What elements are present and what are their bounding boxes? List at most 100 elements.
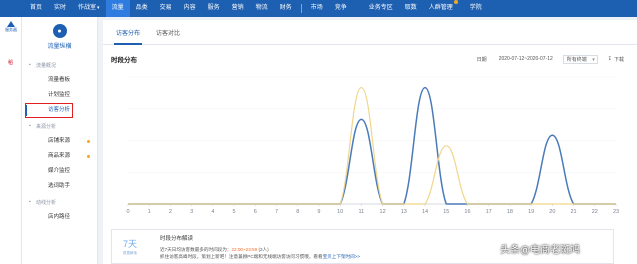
peak-time: 22:00~23:59 — [231, 246, 258, 252]
x-tick-label: 9 — [317, 209, 320, 215]
sidebar: ● 流量纵横 ▪ 流量概况 流量看板 计划监控 访客分析 ▪ 来源分析 店铺来源 商品来源 媒介监… — [22, 17, 98, 264]
nav-item-label: 人群管理 — [428, 5, 453, 11]
x-tick-label: 4 — [211, 209, 214, 215]
nav-item-label: 作战室 — [78, 5, 97, 11]
x-tick-label: 18 — [507, 209, 513, 215]
sidebar-item-label: 店内路径 — [48, 214, 71, 220]
nav-item-label: 业务专区 — [368, 5, 393, 11]
nav-item-label: 学院 — [469, 5, 482, 11]
listing-time-link[interactable]: 宝贝上下架时间>> — [323, 254, 361, 259]
nav-item-10[interactable]: 财务 — [274, 0, 298, 17]
insight-text: 时段分布解读 近7天日均访客数最多的时间段为：22:00~23:59 (2人) … — [148, 234, 360, 260]
nav-right-item-2[interactable]: 业务专区 — [363, 0, 399, 17]
nav-item-label: 营销 — [231, 5, 244, 11]
watermark: 头条@电商老斑鸠 — [500, 245, 580, 256]
x-tick-label: 17 — [486, 209, 492, 215]
nav-item-label: 流量 — [111, 5, 124, 11]
x-tick-label: 19 — [528, 209, 534, 215]
download-button[interactable]: ↧ 下载 — [608, 56, 624, 63]
sidebar-group-2: ▪ 动线分析 — [22, 194, 97, 210]
nav-item-3[interactable]: 流量 — [105, 0, 130, 17]
x-tick-label: 3 — [190, 209, 193, 215]
sidebar-group-0: ▪ 流量概况 — [22, 57, 97, 73]
insight-title: 时段分布解读 — [160, 235, 194, 242]
main-content: 访客分布 访客对比 时段分布 日期 2020-07-12~2020-07-12 所… — [103, 20, 637, 264]
nav-item-9[interactable]: 物流 — [250, 0, 274, 17]
device-select[interactable]: 所有终端 ▾ — [562, 54, 598, 64]
nav-right-item-3[interactable]: 取数 — [399, 0, 423, 17]
sidebar-item-label: 计划监控 — [48, 92, 71, 98]
date-label: 日期 — [476, 56, 487, 63]
sidebar-group-label: 流量概况 — [36, 63, 57, 69]
nav-item-label: 取数 — [404, 5, 417, 11]
highlight-box — [25, 103, 73, 118]
sidebar-item-1-0[interactable]: 店铺来源 — [22, 134, 97, 149]
x-tick-label: 14 — [422, 209, 428, 215]
nav-right-item-5[interactable]: 学院 — [464, 0, 488, 17]
nav-right-item-0[interactable]: 市场 — [305, 0, 329, 17]
sidebar-menu: ▪ 流量概况 流量看板 计划监控 访客分析 ▪ 来源分析 店铺来源 商品来源 媒介监控 选词助手 ▪ 动… — [22, 57, 97, 225]
traffic-icon: ● — [52, 24, 67, 38]
sidebar-item-1-2[interactable]: 媒介监控 — [22, 164, 97, 179]
sidebar-item-label: 商品来源 — [48, 153, 71, 159]
panel-title: 时段分布 — [111, 57, 137, 64]
nav-item-label: 实时 — [54, 5, 67, 11]
x-tick-label: 5 — [233, 209, 236, 215]
nav-item-label: 竞争 — [334, 5, 347, 11]
x-tick-label: 15 — [443, 209, 449, 215]
chevron-down-icon: ▾ — [592, 56, 595, 63]
sidebar-title: 流量纵横 — [47, 44, 72, 50]
sidebar-item-1-3[interactable]: 选词助手 — [22, 179, 97, 194]
nav-item-0[interactable]: 首页 — [24, 0, 48, 17]
new-dot-icon — [87, 140, 90, 143]
tab-bar: 访客分布 访客对比 — [103, 20, 637, 45]
sidebar-item-1-1[interactable]: 商品来源 — [22, 149, 97, 164]
sidebar-item-label: 选词助手 — [48, 183, 71, 189]
nav-item-8[interactable]: 营销 — [226, 0, 250, 17]
nav-item-label: 服务 — [207, 5, 220, 11]
nav-right-item-4[interactable]: 人群管理 — [423, 0, 464, 17]
date-range[interactable]: 2020-07-12~2020-07-12 — [499, 56, 553, 62]
x-tick-label: 0 — [126, 209, 129, 215]
sidebar-item-0-0[interactable]: 流量看板 — [22, 73, 97, 88]
nav-right-item-1[interactable]: 竞争 — [329, 0, 353, 17]
sidebar-group-label: 动线分析 — [36, 200, 57, 206]
nav-item-label: 交易 — [159, 5, 172, 11]
insight-badge: 7天 数据解读 — [112, 237, 148, 256]
top-nav-secondary: 市场 竞争 业务专区 取数 人群管理 学院 — [305, 0, 488, 17]
nav-item-7[interactable]: 服务 — [202, 0, 226, 17]
nav-divider — [300, 4, 302, 13]
insight-line-1-prefix: 近7天日均访客数最多的时间段为： — [160, 246, 232, 252]
nav-item-1[interactable]: 实时 — [48, 0, 72, 17]
x-tick-label: 21 — [571, 209, 577, 215]
tab-0[interactable]: 访客分布 — [108, 28, 148, 45]
top-nav-primary: 首页 实时 作战室▾ 流量 品类 交易 内容 服务 营销 物流 财务 — [0, 0, 298, 17]
rail-mini-label[interactable]: 稻 — [0, 59, 21, 66]
nav-item-label: 市场 — [310, 5, 323, 11]
nav-item-label: 物流 — [255, 5, 268, 11]
nav-item-5[interactable]: 交易 — [154, 0, 178, 17]
sidebar-item-label: 流量看板 — [48, 77, 71, 83]
tab-1[interactable]: 访客对比 — [148, 28, 188, 44]
nav-item-6[interactable]: 内容 — [178, 0, 202, 17]
insight-line-2: 抓住访客高峰时段，策划上新吧！注意兼顾PC端和无线端访客访问习惯哦，看看宝贝上下… — [160, 253, 360, 260]
sidebar-item-label: 店铺来源 — [48, 138, 71, 144]
insight-sub: 数据解读 — [123, 251, 137, 255]
x-tick-label: 23 — [613, 209, 619, 215]
nav-item-label: 财务 — [279, 5, 292, 11]
x-tick-label: 13 — [401, 209, 407, 215]
notification-dot-icon — [453, 0, 458, 4]
nav-item-4[interactable]: 品类 — [130, 0, 154, 17]
nav-item-2[interactable]: 作战室▾ — [72, 0, 106, 17]
x-tick-label: 11 — [359, 209, 365, 215]
sidebar-header: ● 流量纵横 — [22, 17, 97, 57]
sidebar-group-label: 来源分析 — [36, 124, 57, 130]
sidebar-item-0-2[interactable]: 访客分析 — [22, 103, 97, 118]
x-tick-label: 10 — [337, 209, 343, 215]
top-navigation-bar: 首页 实时 作战室▾ 流量 品类 交易 内容 服务 营销 物流 财务 市场 竞争 业务专区 取数 人群管理 学… — [0, 0, 637, 17]
sidebar-item-0-1[interactable]: 计划监控 — [22, 88, 97, 103]
nav-item-label: 首页 — [30, 5, 43, 11]
app-logo[interactable]: 服务器 — [0, 17, 22, 37]
logo-text: 服务器 — [5, 27, 17, 32]
sidebar-item-2-0[interactable]: 店内路径 — [22, 210, 97, 225]
